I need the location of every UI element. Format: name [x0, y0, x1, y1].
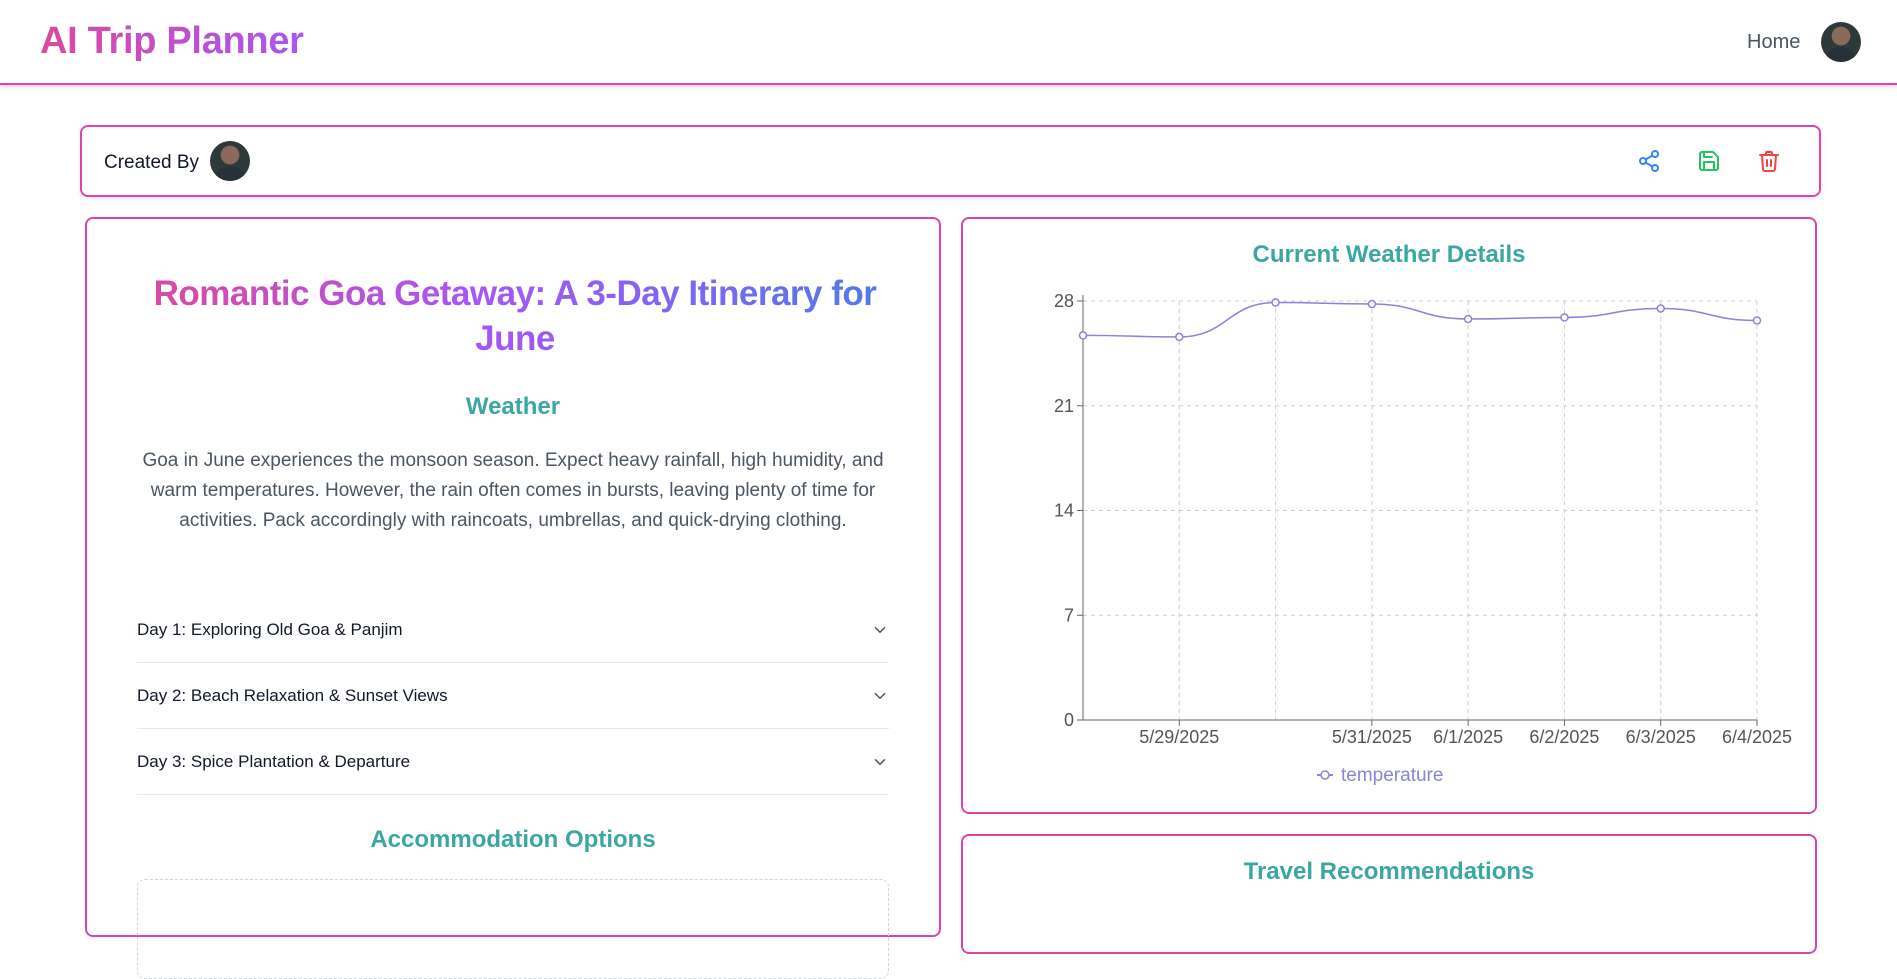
- y-tick-label: 0: [1064, 710, 1074, 730]
- day-label: Day 3: Spice Plantation & Departure: [137, 752, 411, 771]
- weather-chart-card: Current Weather Details 0 7 14 21 28 5/29/202…: [961, 217, 1817, 814]
- save-icon: [1699, 151, 1719, 171]
- travel-recommendations-heading: Travel Recommendations: [1243, 858, 1535, 885]
- day-accordion: Day 1: Exploring Old Goa & Panjim Day 2:…: [137, 597, 889, 795]
- weather-heading: Weather: [465, 393, 561, 420]
- data-point: [1656, 304, 1665, 313]
- day-label: Day 1: Exploring Old Goa & Panjim: [137, 620, 403, 639]
- brand-title[interactable]: AI Trip Planner: [40, 20, 304, 63]
- trash-icon: [1759, 151, 1779, 172]
- travel-recommendations-card: Travel Recommendations: [961, 834, 1817, 954]
- data-point: [1175, 332, 1184, 342]
- y-tick-label: 14: [1054, 501, 1074, 521]
- trip-title: Romantic Goa Getaway: A 3-Day Itinerary …: [137, 271, 893, 361]
- data-point: [1752, 316, 1762, 325]
- save-button[interactable]: [1697, 149, 1721, 173]
- creator-bar: Created By: [80, 125, 1821, 197]
- x-tick-label: 6/1/2025: [1433, 727, 1503, 747]
- day-label: Day 2: Beach Relaxation & Sunset Views: [137, 686, 448, 705]
- data-point: [1271, 298, 1280, 307]
- x-tick-label: 5/31/2025: [1332, 727, 1412, 747]
- accommodation-heading: Accommodation Options: [370, 826, 656, 853]
- day-3-accordion-item[interactable]: Day 3: Spice Plantation & Departure: [137, 729, 889, 795]
- temperature-line: [1082, 301, 1758, 338]
- data-point: [1367, 299, 1377, 309]
- itinerary-card: Romantic Goa Getaway: A 3-Day Itinerary …: [85, 217, 941, 979]
- top-navbar: AI Trip Planner Home: [0, 0, 1897, 85]
- weather-description: Goa in June experiences the monsoon seas…: [142, 450, 884, 531]
- nav-home-link[interactable]: Home: [1747, 31, 1800, 54]
- creator-avatar: [210, 141, 250, 181]
- delete-button[interactable]: [1757, 149, 1781, 173]
- legend-label: temperature: [1341, 765, 1443, 786]
- created-by-label: Created By: [104, 152, 200, 173]
- share-icon: [1639, 150, 1659, 172]
- chevron-down-icon: [871, 753, 889, 771]
- temperature-line-chart: 0 7 14 21 28 5/29/2025 5/31/2025 6/1/2025 6/2/20…: [1054, 291, 1792, 786]
- user-avatar[interactable]: [1821, 22, 1861, 62]
- x-tick-label: 6/2/2025: [1529, 727, 1599, 747]
- y-tick-label: 21: [1054, 396, 1074, 416]
- data-point: [1078, 331, 1088, 340]
- share-button[interactable]: [1637, 149, 1661, 173]
- y-tick-label: 28: [1054, 291, 1074, 311]
- x-tick-label: 6/3/2025: [1626, 727, 1696, 747]
- day-1-accordion-item[interactable]: Day 1: Exploring Old Goa & Panjim: [137, 597, 889, 663]
- day-2-accordion-item[interactable]: Day 2: Beach Relaxation & Sunset Views: [137, 663, 889, 729]
- data-point: [1463, 314, 1473, 324]
- chevron-down-icon: [871, 621, 889, 639]
- legend-marker: [1320, 770, 1330, 780]
- accommodation-list: [137, 879, 889, 979]
- x-tick-label: 5/29/2025: [1139, 727, 1219, 747]
- data-point: [1560, 313, 1569, 322]
- y-tick-label: 7: [1064, 605, 1074, 625]
- x-tick-label: 6/4/2025: [1722, 727, 1792, 747]
- chevron-down-icon: [871, 687, 889, 705]
